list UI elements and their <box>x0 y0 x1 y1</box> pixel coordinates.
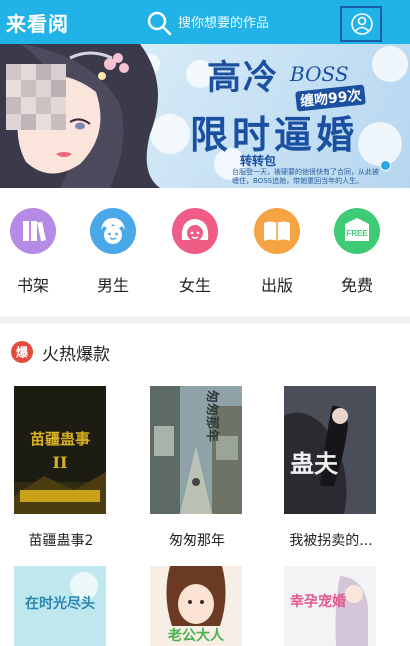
category-girls[interactable]: 女生 <box>164 200 224 300</box>
cover-title: 匆匆那年 <box>204 389 220 442</box>
section-divider <box>0 316 410 324</box>
book-cover: 幸孕宠婚 <box>284 566 376 646</box>
girl-face-icon <box>172 208 218 254</box>
carousel-indicator[interactable] <box>380 160 391 171</box>
banner-title-boss: BOSS <box>290 62 349 86</box>
free-gift-icon: FREE <box>334 208 380 254</box>
top-bar: 来看阅 搜你想要的作品 <box>0 0 410 44</box>
boy-face-icon <box>90 208 136 254</box>
user-profile-button[interactable] <box>340 6 382 42</box>
banner-author: 转转包 <box>240 154 277 168</box>
cover-title: 蛊夫 <box>290 449 339 478</box>
section-title: 火热爆款 <box>42 345 110 365</box>
cover-title: 苗疆蛊事 <box>30 430 90 448</box>
logo-overlay <box>74 0 134 44</box>
book-cover: 苗疆蛊事 II <box>14 386 106 514</box>
cover-volume: II <box>53 453 68 472</box>
category-bookshelf[interactable]: 书架 <box>2 200 62 300</box>
bookshelf-icon <box>10 208 56 254</box>
category-label: 出版 <box>260 276 293 295</box>
category-publishing[interactable]: 出版 <box>246 200 306 300</box>
app-logo[interactable]: 来看阅 <box>6 8 69 37</box>
banner-title-second: 限时逼婚 <box>190 112 359 157</box>
fire-badge-text: 爆 <box>16 345 29 360</box>
search-icon <box>147 11 172 36</box>
category-label: 书架 <box>16 276 49 295</box>
book-cover: 蛊夫 <box>284 386 376 514</box>
book-cover: 在时光尽头 <box>14 566 106 646</box>
book-cover: 匆匆那年 <box>150 386 242 514</box>
category-nav: 书架 男生 女生 出版 FREE 免费 <box>0 200 410 300</box>
search-bar[interactable]: 搜你想要的作品 <box>140 4 336 40</box>
category-free[interactable]: FREE 免费 <box>326 200 386 300</box>
cover-title: 在时光尽头 <box>25 595 95 612</box>
banner-blurb: 台服登一天，被硬要的他很快有了合同，从此被缠住，BOSS追她，带她重回当年的人生… <box>232 168 379 185</box>
open-book-icon <box>254 208 300 254</box>
book-cover: 老公大人 <box>150 566 242 646</box>
book-title: 我被拐卖的... <box>289 533 373 549</box>
book-title: 匆匆那年 <box>169 533 225 549</box>
fire-badge-icon: 爆 <box>11 341 33 363</box>
banner-title: 高冷 <box>207 58 279 98</box>
category-boys[interactable]: 男生 <box>82 200 142 300</box>
user-icon <box>351 13 373 35</box>
cover-title: 老公大人 <box>168 627 225 644</box>
search-placeholder: 搜你想要的作品 <box>178 16 270 31</box>
face-mosaic <box>6 64 66 130</box>
category-label: 男生 <box>96 276 129 295</box>
free-badge-text: FREE <box>346 229 368 238</box>
cover-title: 幸孕宠婚 <box>290 593 346 610</box>
category-label: 女生 <box>178 276 211 295</box>
category-label: 免费 <box>340 276 373 295</box>
book-title: 苗疆蛊事2 <box>28 533 94 549</box>
